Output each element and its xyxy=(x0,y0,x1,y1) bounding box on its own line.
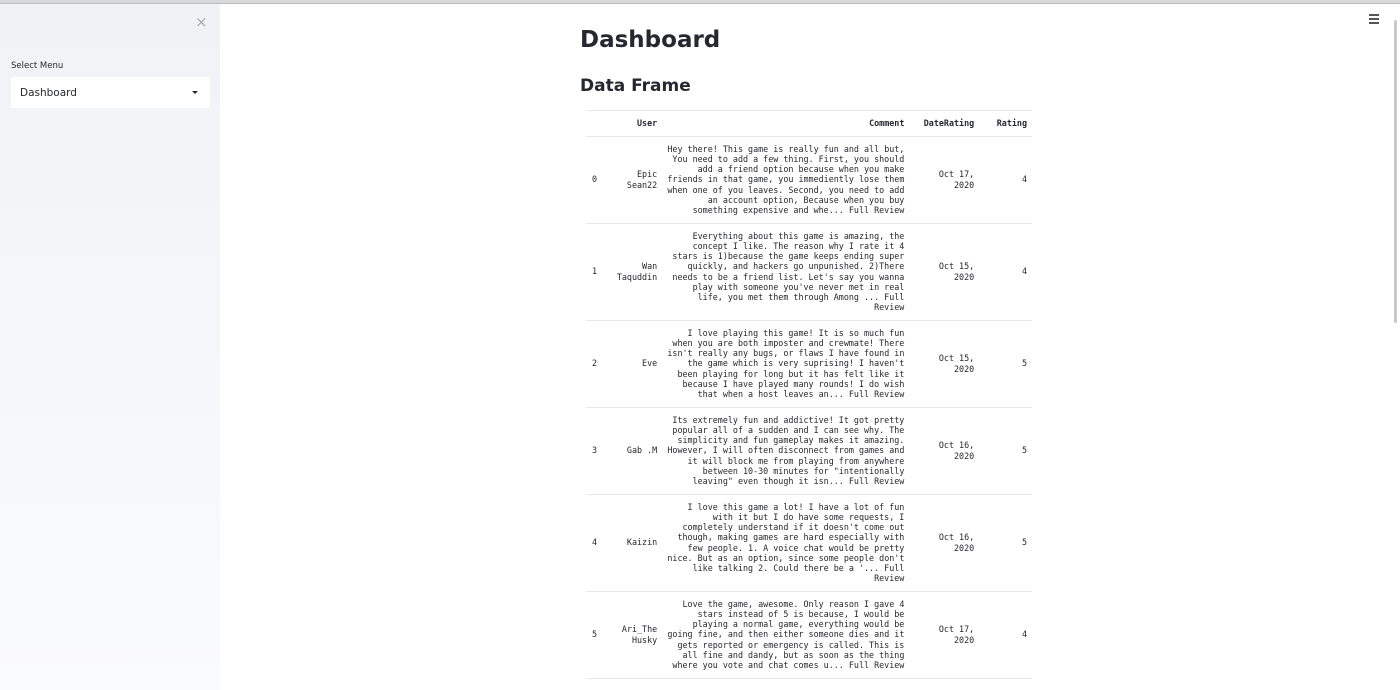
scrollbar[interactable] xyxy=(1394,20,1397,323)
cell-date-rating: Oct 17, 2020 xyxy=(909,591,980,679)
page-title: Dashboard xyxy=(580,27,721,53)
cell-user: Wan Taquddin xyxy=(611,223,663,321)
table-row: 3 Gab .M Its extremely fun and addictive… xyxy=(586,407,1032,495)
cell-rating: 5 xyxy=(979,494,1032,592)
hamburger-menu-icon[interactable] xyxy=(1369,14,1379,25)
menu-select-value: Dashboard xyxy=(20,86,77,99)
column-header-index[interactable] xyxy=(586,111,612,137)
row-index: 2 xyxy=(586,320,612,408)
chevron-down-icon xyxy=(192,91,198,94)
column-header-date-rating[interactable]: DateRating xyxy=(909,111,980,137)
column-header-comment[interactable]: Comment xyxy=(662,111,910,137)
cell-rating: 4 xyxy=(979,136,1032,224)
cell-user: Kaizin xyxy=(611,494,663,592)
sidebar: × Select Menu Dashboard xyxy=(0,4,220,690)
data-frame: User Comment DateRating Rating 0 Epic Se… xyxy=(586,110,1032,679)
row-index: 0 xyxy=(586,136,612,224)
data-table: User Comment DateRating Rating 0 Epic Se… xyxy=(586,111,1032,679)
cell-user: Eve xyxy=(611,320,663,408)
cell-comment: I love this game a lot! I have a lot of … xyxy=(662,494,910,592)
row-index: 5 xyxy=(586,591,612,679)
row-index: 1 xyxy=(586,223,612,321)
cell-rating: 4 xyxy=(979,591,1032,679)
cell-date-rating: Oct 16, 2020 xyxy=(909,407,980,495)
select-menu-label: Select Menu xyxy=(11,61,64,71)
column-header-rating[interactable]: Rating xyxy=(979,111,1032,137)
column-header-user[interactable]: User xyxy=(611,111,663,137)
table-row: 2 Eve I love playing this game! It is so… xyxy=(586,320,1032,408)
cell-rating: 4 xyxy=(979,223,1032,321)
cell-comment: I love playing this game! It is so much … xyxy=(662,320,910,408)
cell-rating: 5 xyxy=(979,320,1032,408)
cell-comment: Everything about this game is amazing, t… xyxy=(662,223,910,321)
table-row: 1 Wan Taquddin Everything about this gam… xyxy=(586,223,1032,321)
row-index: 4 xyxy=(586,494,612,592)
close-icon[interactable]: × xyxy=(195,15,208,30)
section-title: Data Frame xyxy=(580,76,691,96)
table-row: 0 Epic Sean22 Hey there! This game is re… xyxy=(586,136,1032,224)
cell-comment: Its extremely fun and addictive! It got … xyxy=(662,407,910,495)
cell-date-rating: Oct 17, 2020 xyxy=(909,136,980,224)
cell-rating: 5 xyxy=(979,407,1032,495)
menu-select[interactable]: Dashboard xyxy=(11,77,210,108)
cell-user: Ari_The Husky xyxy=(611,591,663,679)
cell-date-rating: Oct 16, 2020 xyxy=(909,494,980,592)
cell-user: Gab .M xyxy=(611,407,663,495)
cell-comment: Love the game, awesome. Only reason I ga… xyxy=(662,591,910,679)
table-header-row: User Comment DateRating Rating xyxy=(586,111,1032,137)
table-row: 5 Ari_The Husky Love the game, awesome. … xyxy=(586,591,1032,679)
table-row: 4 Kaizin I love this game a lot! I have … xyxy=(586,494,1032,592)
cell-user: Epic Sean22 xyxy=(611,136,663,224)
cell-date-rating: Oct 15, 2020 xyxy=(909,320,980,408)
cell-comment: Hey there! This game is really fun and a… xyxy=(662,136,910,224)
row-index: 3 xyxy=(586,407,612,495)
cell-date-rating: Oct 15, 2020 xyxy=(909,223,980,321)
